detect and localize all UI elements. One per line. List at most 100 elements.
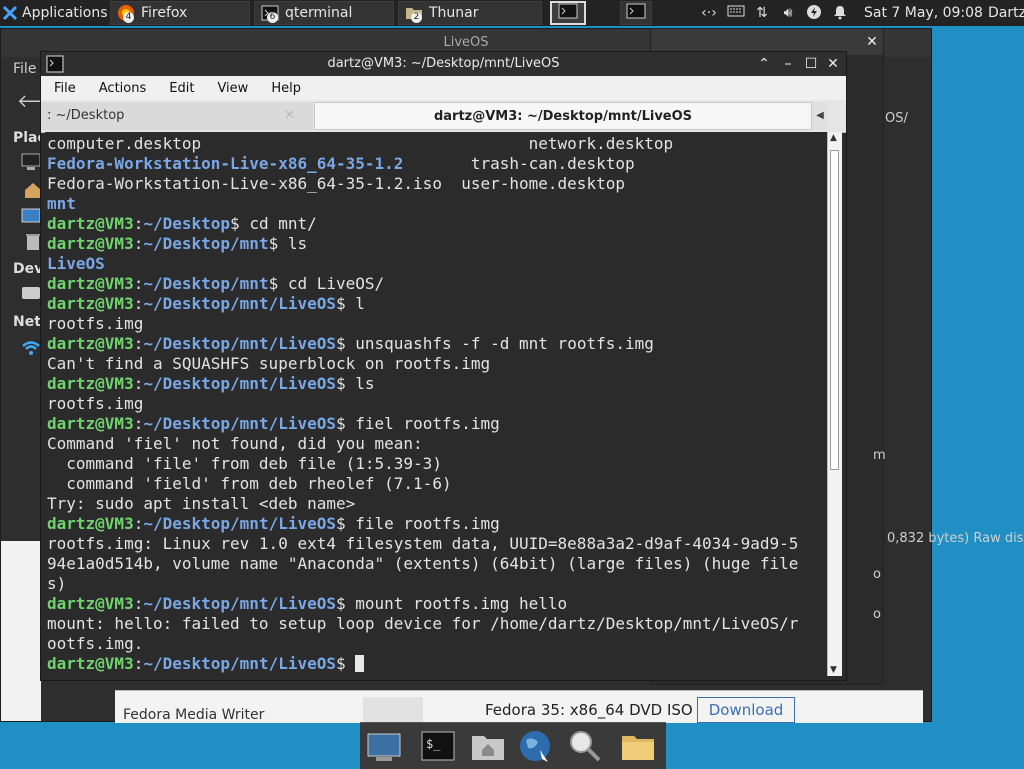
terminal-icon (626, 3, 646, 23)
output-text: : (133, 514, 144, 533)
task-terminal-active[interactable] (550, 1, 586, 25)
search-icon[interactable] (566, 728, 602, 764)
terminal-line: s) (47, 574, 798, 594)
tab-desktop[interactable]: : ~/Desktop ✕ (41, 102, 313, 130)
terminal-icon: 6 (261, 4, 279, 23)
tab-liveos[interactable]: dartz@VM3: ~/Desktop/mnt/LiveOS (314, 102, 812, 130)
output-text: $ fiel rootfs.img (336, 414, 500, 433)
tab-bar: : ~/Desktop ✕ dartz@VM3: ~/Desktop/mnt/L… (41, 100, 846, 133)
user-name[interactable]: Dartz (988, 0, 1024, 26)
item-peek: o (873, 567, 881, 582)
terminal-window[interactable]: dartz@VM3: ~/Desktop/mnt/LiveOS ⌃ – ☐ ✕ … (40, 51, 847, 681)
output-text: s) (47, 574, 67, 593)
output-text: rootfs.img (47, 314, 144, 333)
terminal-line: dartz@VM3:~/Desktop/mnt/LiveOS$ file roo… (47, 514, 798, 534)
output-text: : (133, 374, 144, 393)
output-text: Fedora-Workstation-Live-x86_64-35-1.2.is… (47, 174, 625, 193)
path-text: ~/Desktop/mnt/LiveOS (143, 594, 336, 613)
path-text: ~/Desktop/mnt/LiveOS (143, 654, 336, 673)
prompt-user: dartz@VM3 (47, 294, 134, 313)
tab-close-icon[interactable]: ✕ (284, 102, 295, 130)
output-text: mount: hello: failed to setup loop devic… (47, 614, 799, 633)
path-text: Fedora-Workstation-Live-x86_64-35-1.2 (47, 154, 404, 173)
computer-icon[interactable] (21, 153, 41, 171)
volume-icon[interactable]: 🔊︎ (779, 4, 797, 22)
minimize-icon[interactable]: – (779, 55, 797, 73)
path-peek: OS/ (885, 111, 908, 126)
text-cursor (355, 655, 365, 672)
close-icon[interactable]: ✕ (824, 55, 842, 73)
menu-help[interactable]: Help (258, 81, 311, 96)
notifications-icon[interactable] (831, 4, 849, 22)
terminal-line: dartz@VM3:~/Desktop/mnt/LiveOS$ unsquash… (47, 334, 798, 354)
task-count-badge: 4 (123, 12, 134, 23)
output-text: ootfs.img. (47, 634, 144, 653)
terminal-line: Fedora-Workstation-Live-x86_64-35-1.2.is… (47, 174, 798, 194)
terminal-line: rootfs.img: Linux rev 1.0 ext4 filesyste… (47, 534, 798, 554)
output-text: : (133, 594, 144, 613)
content-area (849, 79, 883, 679)
output-text: Command 'fiel' not found, did you mean: (47, 434, 423, 453)
menu-actions[interactable]: Actions (86, 81, 157, 96)
output-text: Try: sudo apt install <deb name> (47, 494, 356, 513)
menu-edit[interactable]: Edit (156, 81, 204, 96)
web-browser-icon[interactable] (518, 728, 554, 764)
task-thunar[interactable]: 2 Thunar (398, 1, 542, 25)
terminal-line: rootfs.img (47, 314, 798, 334)
prompt-user: dartz@VM3 (47, 234, 134, 253)
wifi-icon[interactable] (21, 339, 41, 357)
task-qterminal[interactable]: 6 qterminal (254, 1, 394, 25)
network-heading: Net (13, 314, 41, 330)
path-text: ~/Desktop/mnt (143, 274, 269, 293)
scroll-up-icon[interactable]: ▲ (830, 133, 837, 143)
transfer-arrows-icon[interactable]: ⇅ (753, 4, 771, 22)
prompt-user: dartz@VM3 (47, 374, 134, 393)
task-firefox[interactable]: 4 Firefox (110, 1, 250, 25)
path-text: ~/Desktop/mnt/LiveOS (143, 334, 336, 353)
scrollbar-thumb[interactable] (830, 150, 839, 470)
close-icon[interactable]: ✕ (863, 33, 881, 51)
task-terminal-2[interactable] (620, 1, 652, 25)
task-label: Firefox (141, 5, 188, 21)
file-menu[interactable]: File (13, 61, 36, 77)
svg-text:$_: $_ (426, 737, 441, 751)
terminal-line: Command 'fiel' not found, did you mean: (47, 434, 798, 454)
applications-menu[interactable]: Applications ≡ (2, 0, 122, 26)
maximize-icon[interactable]: ☐ (802, 55, 820, 73)
writer-title: Fedora Media Writer (123, 707, 265, 723)
terminal-icon[interactable]: $_ (420, 728, 456, 764)
prompt-user: dartz@VM3 (47, 334, 134, 353)
menu-file[interactable]: File (41, 81, 86, 96)
show-desktop-icon[interactable] (366, 728, 402, 764)
path-text: ~/Desktop (143, 214, 231, 233)
terminal-line: dartz@VM3:~/Desktop/mnt/LiveOS$ ls (47, 374, 798, 394)
menu-view[interactable]: View (204, 81, 258, 96)
shade-icon[interactable]: ⌃ (755, 55, 773, 73)
drive-icon[interactable] (21, 284, 41, 302)
output-text: $ mount rootfs.img hello (336, 594, 568, 613)
terminal-line: mnt (47, 194, 798, 214)
keyboard-icon[interactable] (727, 4, 745, 22)
terminal-line: command 'field' from deb rheolef (7.1-6) (47, 474, 798, 494)
vertical-scrollbar[interactable]: ▲ ▼ (827, 132, 842, 676)
terminal-line: dartz@VM3:~/Desktop/mnt$ ls (47, 234, 798, 254)
output-text: : (133, 414, 144, 433)
download-button[interactable]: Download (697, 697, 795, 723)
home-folder-icon[interactable] (470, 728, 506, 764)
prompt-user: dartz@VM3 (47, 654, 134, 673)
terminal-line: computer.desktop network.desktop (47, 134, 798, 154)
tab-scroll-left-icon[interactable]: ◀ (812, 102, 828, 130)
applications-label: Applications (22, 5, 108, 21)
prompt-user: dartz@VM3 (47, 414, 134, 433)
power-icon[interactable] (805, 4, 823, 22)
folder-icon[interactable] (620, 728, 656, 764)
desktop-icon[interactable] (21, 207, 41, 225)
network-arrows-icon[interactable]: ‹·› (700, 4, 718, 22)
output-text: : (133, 294, 144, 313)
terminal-titlebar[interactable]: dartz@VM3: ~/Desktop/mnt/LiveOS ⌃ – ☐ ✕ (41, 52, 846, 76)
clock[interactable]: Sat 7 May, 09:08 (864, 0, 983, 26)
scroll-down-icon[interactable]: ▼ (830, 665, 837, 675)
xfce-logo-icon (2, 5, 18, 21)
platform-icons (363, 697, 423, 723)
terminal-output[interactable]: computer.desktop network.desktop Fedora-W… (45, 132, 829, 676)
